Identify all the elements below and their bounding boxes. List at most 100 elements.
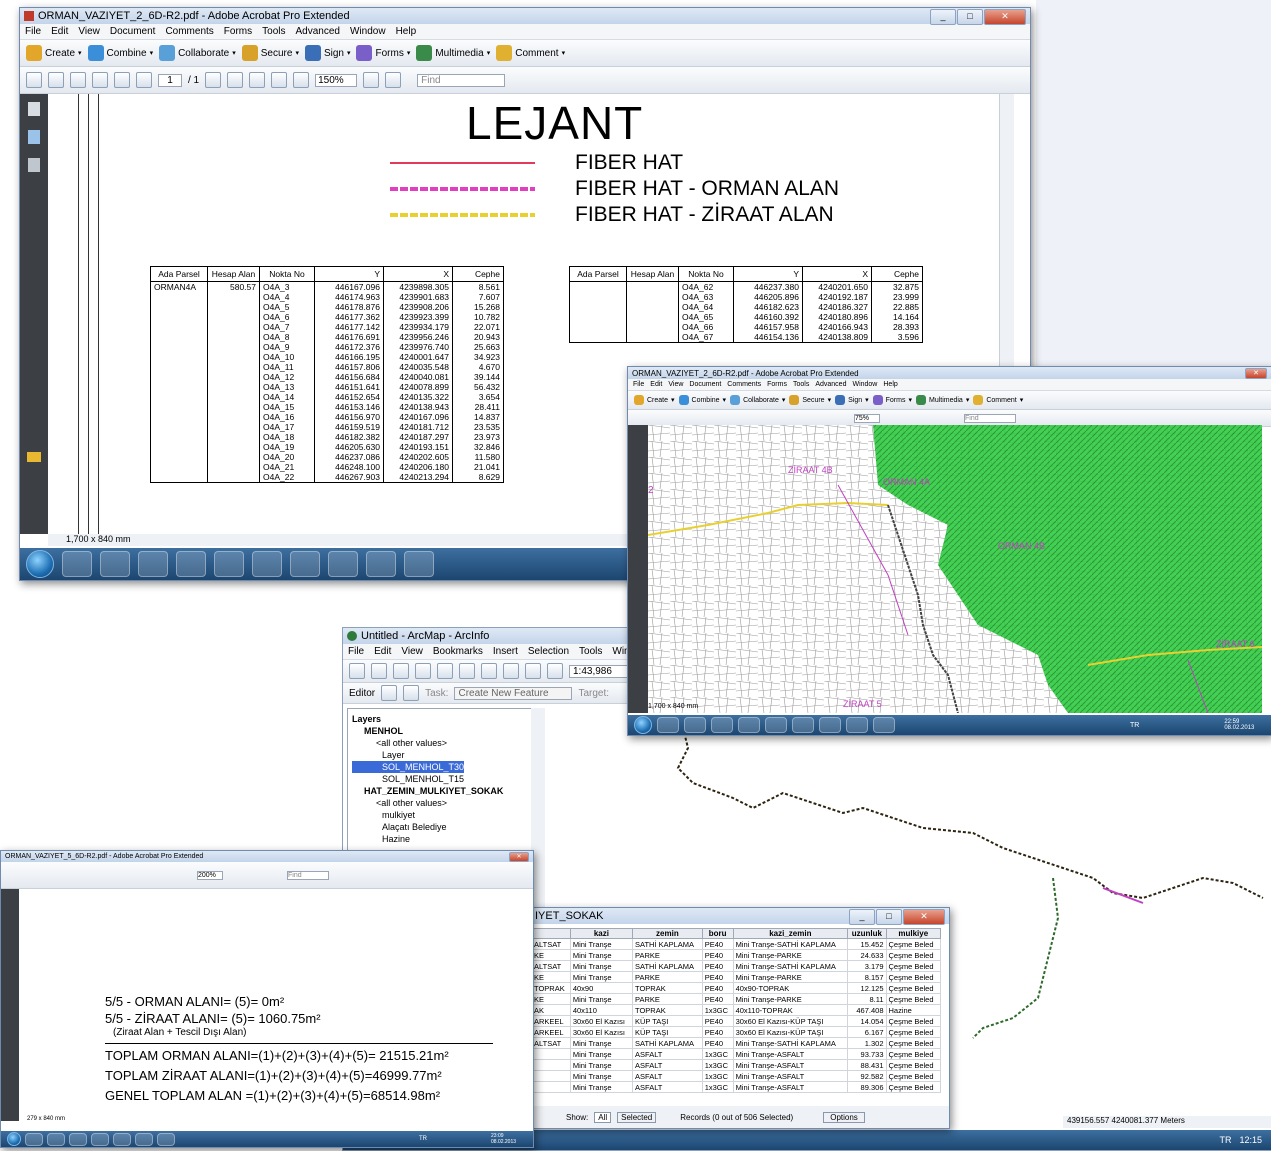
combine-button[interactable]: Combine ▾	[87, 45, 153, 61]
toc-item[interactable]: SOL_MENHOL_T15	[352, 773, 530, 785]
taskbar-icon[interactable]	[113, 1132, 131, 1146]
toc-item[interactable]: MENHOL	[352, 725, 530, 737]
start-button[interactable]	[26, 550, 54, 578]
read-mode-icon[interactable]	[385, 72, 402, 88]
toc-item[interactable]: SOL_MENHOL_T30	[352, 761, 465, 773]
zoom-input[interactable]: 150%	[315, 73, 358, 87]
menu-item-edit[interactable]: Edit	[51, 26, 68, 37]
menu-item-document[interactable]: Document	[689, 381, 721, 388]
menu-item-document[interactable]: Document	[110, 26, 156, 37]
copy-icon[interactable]	[459, 663, 475, 679]
save-icon[interactable]	[70, 72, 86, 88]
menu-item-help[interactable]: Help	[883, 381, 897, 388]
table-row[interactable]: Mini Tranşe ASFALT 1x3GC Mini Tranşe-ASFALT…	[531, 1070, 941, 1082]
menu-item-comments[interactable]: Comments	[727, 381, 761, 388]
start-button[interactable]	[7, 1132, 21, 1146]
signatures-icon[interactable]	[28, 158, 40, 172]
create-button[interactable]: Create ▾	[634, 395, 675, 405]
menu-item-bookmarks[interactable]: Bookmarks	[433, 646, 483, 657]
toc-item[interactable]: Layers	[352, 713, 530, 725]
pages-icon[interactable]	[28, 102, 40, 116]
menu-item-edit[interactable]: Edit	[374, 646, 391, 657]
forms-button[interactable]: Forms ▾	[872, 395, 912, 405]
menu-item-tools[interactable]: Tools	[262, 26, 285, 37]
table-row[interactable]: Mini Tranşe ASFALT 1x3GC Mini Tranşe-ASFALT…	[531, 1081, 941, 1093]
table-row[interactable]: ARKEEL 30x60 El Kazısı KÜP TAŞI PE40 30x60 E…	[531, 1015, 941, 1027]
options-button[interactable]: Options	[823, 1111, 865, 1123]
comment-button[interactable]: Comment ▾	[973, 395, 1023, 405]
close-button[interactable]: ✕	[509, 852, 529, 862]
print-icon[interactable]	[415, 663, 431, 679]
table-row[interactable]: ALTSAT Mini Tranşe SATHİ KAPLAMA PE40 Mini T…	[531, 1037, 941, 1049]
toc-item[interactable]: <all other values>	[352, 797, 530, 809]
taskbar-icon[interactable]	[765, 717, 787, 733]
toc-item[interactable]: Layer	[352, 749, 530, 761]
sign-button[interactable]: Sign ▾	[835, 395, 869, 405]
table-row[interactable]: TOPRAK 40x90 TOPRAK PE40 40x90-TOPRAK 12.125 Ç…	[531, 982, 941, 994]
sign-button[interactable]: Sign ▾	[304, 45, 350, 61]
taskbar-icon[interactable]	[819, 717, 841, 733]
secure-button[interactable]: Secure ▾	[241, 45, 299, 61]
find-input[interactable]: Find	[287, 870, 329, 880]
sketch-tool-icon[interactable]	[403, 685, 420, 701]
menu-item-tools[interactable]: Tools	[793, 381, 809, 388]
zoom-input[interactable]: 200%	[197, 870, 223, 880]
email-icon[interactable]	[92, 72, 108, 88]
minimize-button[interactable]: _	[930, 9, 956, 25]
attr-header-cell[interactable]	[531, 928, 571, 939]
taskbar-icon[interactable]	[69, 1132, 87, 1146]
acrobat-taskbar-icon[interactable]	[404, 551, 434, 577]
open-icon[interactable]	[371, 663, 387, 679]
media-taskbar-icon[interactable]	[100, 551, 130, 577]
network-taskbar-icon[interactable]	[290, 551, 320, 577]
taskbar-icon[interactable]	[684, 717, 706, 733]
collaborate-button[interactable]: Collaborate ▾	[730, 395, 785, 405]
menu-item-forms[interactable]: Forms	[224, 26, 252, 37]
close-button[interactable]: ✕	[984, 9, 1026, 25]
save-icon[interactable]	[393, 663, 409, 679]
taskbar-icon[interactable]	[873, 717, 895, 733]
menu-item-selection[interactable]: Selection	[528, 646, 569, 657]
zoom-in-icon[interactable]	[293, 72, 310, 88]
taskbar-icon[interactable]	[738, 717, 760, 733]
word-taskbar-icon[interactable]	[366, 551, 396, 577]
multimedia-button[interactable]: Multimedia ▾	[416, 45, 490, 61]
menu-item-advanced[interactable]: Advanced	[815, 381, 846, 388]
multimedia-button[interactable]: Multimedia ▾	[915, 395, 969, 405]
fit-page-icon[interactable]	[363, 72, 380, 88]
outlook-taskbar-icon[interactable]	[138, 551, 168, 577]
attr-header-cell[interactable]: mulkiye	[885, 928, 941, 939]
attr-header-cell[interactable]: boru	[701, 928, 734, 939]
table-row[interactable]: KE Mini Tranşe PARKE PE40 Mini Tranşe-PARKE 2…	[531, 949, 941, 961]
taskbar-icon[interactable]	[47, 1132, 65, 1146]
minimize-button[interactable]: _	[849, 909, 875, 925]
edit-tool-icon[interactable]	[381, 685, 398, 701]
create-button[interactable]: Create ▾	[26, 45, 82, 61]
forms-button[interactable]: Forms ▾	[356, 45, 410, 61]
attr-header-cell[interactable]: uzunluk	[847, 928, 887, 939]
paste-icon[interactable]	[481, 663, 497, 679]
collaborate-button[interactable]: Collaborate ▾	[159, 45, 236, 61]
menu-item-file[interactable]: File	[348, 646, 364, 657]
prev-page-icon[interactable]	[114, 72, 130, 88]
maximize-button[interactable]: □	[876, 909, 902, 925]
menu-item-comments[interactable]: Comments	[165, 26, 213, 37]
print-icon[interactable]	[48, 72, 64, 88]
toc-item[interactable]: <all other values>	[352, 737, 530, 749]
table-row[interactable]: AK 40x110 TOPRAK 1x3GC 40x110-TOPRAK 467.408 H…	[531, 1004, 941, 1016]
toc-item[interactable]: HAT_ZEMIN_MULKIYET_SOKAK	[352, 785, 530, 797]
menu-item-view[interactable]: View	[78, 26, 100, 37]
table-row[interactable]: KE Mini Tranşe PARKE PE40 Mini Tranşe-PARKE 8…	[531, 993, 941, 1005]
zoom-input[interactable]: 75%	[854, 413, 880, 423]
table-row[interactable]: KE Mini Tranşe PARKE PE40 Mini Tranşe-PARKE 8…	[531, 971, 941, 983]
menu-item-insert[interactable]: Insert	[493, 646, 518, 657]
undo-icon[interactable]	[525, 663, 541, 679]
zoom-tool-icon[interactable]	[249, 72, 266, 88]
table-row[interactable]: ALTSAT Mini Tranşe SATHİ KAPLAMA PE40 Mini T…	[531, 960, 941, 972]
menu-item-file[interactable]: File	[25, 26, 41, 37]
next-page-icon[interactable]	[136, 72, 152, 88]
taskbar-icon[interactable]	[25, 1132, 43, 1146]
taskbar-icon[interactable]	[846, 717, 868, 733]
attr-header-cell[interactable]: kazi	[569, 928, 634, 939]
menu-item-tools[interactable]: Tools	[579, 646, 602, 657]
